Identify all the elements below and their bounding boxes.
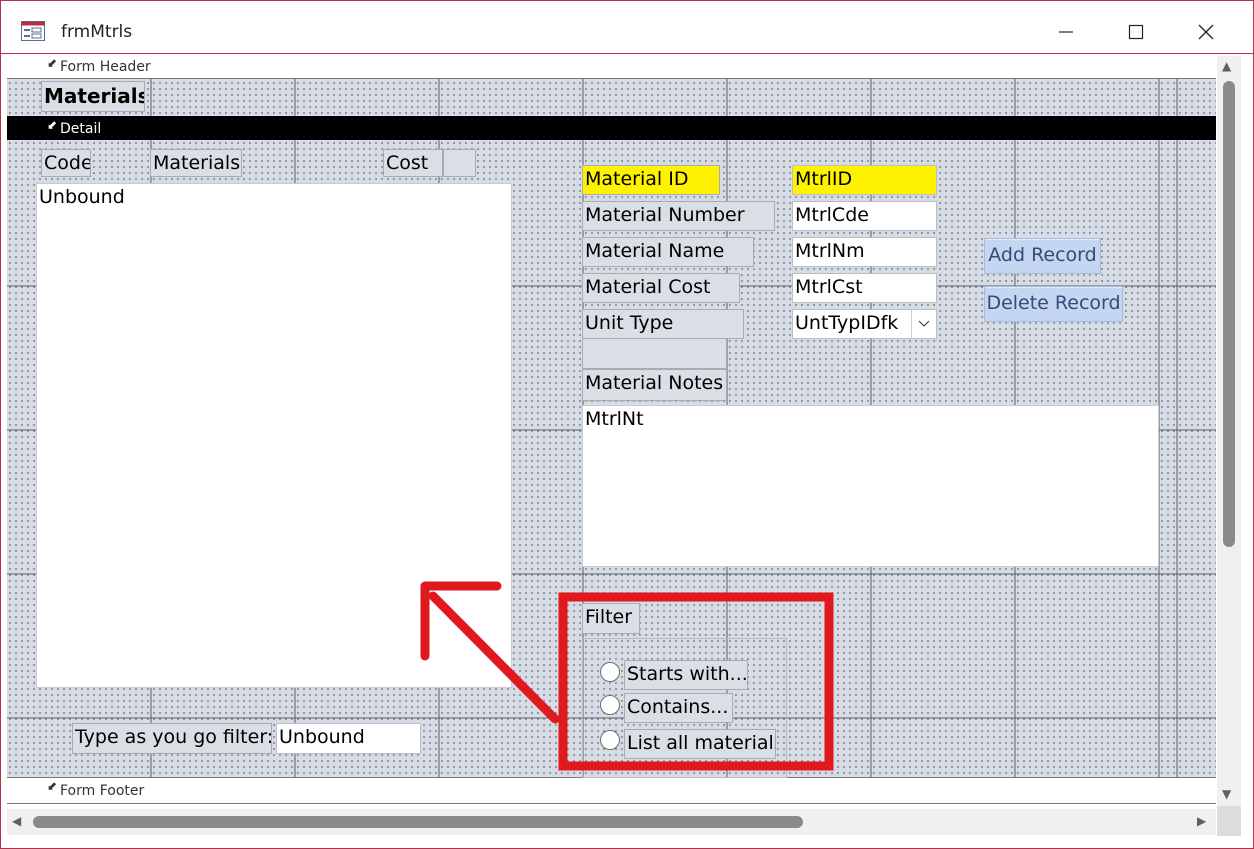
vertical-scroll-thumb[interactable] xyxy=(1223,81,1235,547)
form-window: frmMtrls ⬋ Form Header ⬋ Detail ⬋ Form F… xyxy=(0,0,1254,849)
scroll-up-icon[interactable]: ▲ xyxy=(1222,59,1231,73)
annotation-highlight-box xyxy=(558,592,834,771)
annotation-arrow-shaft xyxy=(428,591,560,724)
scroll-left-icon[interactable]: ◀ xyxy=(12,814,21,828)
scrollbar-corner xyxy=(1217,806,1241,836)
scroll-right-icon[interactable]: ▶ xyxy=(1197,814,1206,828)
horizontal-scroll-thumb[interactable] xyxy=(33,816,803,828)
annotation-overlay xyxy=(420,581,834,771)
scroll-down-icon[interactable]: ▼ xyxy=(1222,787,1231,801)
